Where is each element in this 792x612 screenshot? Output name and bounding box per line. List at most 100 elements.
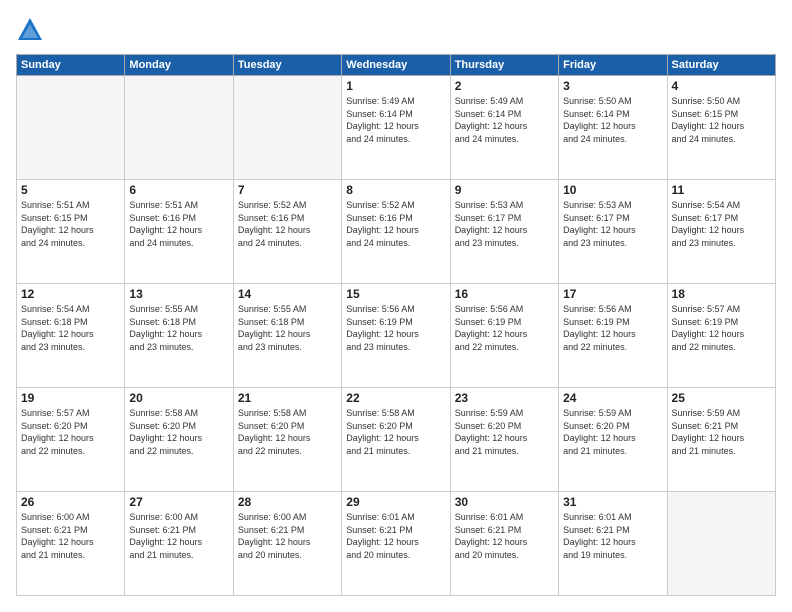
calendar-cell: 30 Sunrise: 6:01 AM Sunset: 6:21 PM Dayli… (450, 492, 558, 596)
calendar-cell: 12 Sunrise: 5:54 AM Sunset: 6:18 PM Dayli… (17, 284, 125, 388)
day-number: 2 (455, 79, 554, 93)
day-number: 27 (129, 495, 228, 509)
day-info: Sunrise: 5:55 AM Sunset: 6:18 PM Dayligh… (238, 303, 337, 353)
calendar-cell: 3 Sunrise: 5:50 AM Sunset: 6:14 PM Daylig… (559, 76, 667, 180)
calendar-cell: 9 Sunrise: 5:53 AM Sunset: 6:17 PM Daylig… (450, 180, 558, 284)
day-info: Sunrise: 5:55 AM Sunset: 6:18 PM Dayligh… (129, 303, 228, 353)
calendar-cell (17, 76, 125, 180)
day-number: 7 (238, 183, 337, 197)
calendar-cell (125, 76, 233, 180)
day-info: Sunrise: 5:56 AM Sunset: 6:19 PM Dayligh… (455, 303, 554, 353)
day-info: Sunrise: 6:01 AM Sunset: 6:21 PM Dayligh… (563, 511, 662, 561)
weekday-header-friday: Friday (559, 55, 667, 76)
calendar-cell: 26 Sunrise: 6:00 AM Sunset: 6:21 PM Dayli… (17, 492, 125, 596)
day-number: 6 (129, 183, 228, 197)
weekday-header-thursday: Thursday (450, 55, 558, 76)
day-info: Sunrise: 5:59 AM Sunset: 6:21 PM Dayligh… (672, 407, 771, 457)
calendar-cell: 4Sunrise: 5:50 AM Sunset: 6:15 PM Daylig… (667, 76, 775, 180)
day-number: 8 (346, 183, 445, 197)
day-number: 24 (563, 391, 662, 405)
calendar-cell: 23Sunrise: 5:59 AM Sunset: 6:20 PM Dayli… (450, 388, 558, 492)
calendar-week-3: 12 Sunrise: 5:54 AM Sunset: 6:18 PM Dayli… (17, 284, 776, 388)
day-number: 12 (21, 287, 120, 301)
day-info: Sunrise: 5:50 AM Sunset: 6:14 PM Dayligh… (563, 95, 662, 145)
day-number: 1 (346, 79, 445, 93)
day-number: 25 (672, 391, 771, 405)
day-info: Sunrise: 5:53 AM Sunset: 6:17 PM Dayligh… (563, 199, 662, 249)
day-info: Sunrise: 5:53 AM Sunset: 6:17 PM Dayligh… (455, 199, 554, 249)
calendar-cell: 10 Sunrise: 5:53 AM Sunset: 6:17 PM Dayli… (559, 180, 667, 284)
logo-icon (16, 16, 44, 44)
day-number: 9 (455, 183, 554, 197)
calendar-cell (667, 492, 775, 596)
calendar-cell: 2 Sunrise: 5:49 AM Sunset: 6:14 PM Daylig… (450, 76, 558, 180)
calendar-cell: 22Sunrise: 5:58 AM Sunset: 6:20 PM Dayli… (342, 388, 450, 492)
calendar-cell: 7Sunrise: 5:52 AM Sunset: 6:16 PM Daylig… (233, 180, 341, 284)
calendar-week-1: 1 Sunrise: 5:49 AM Sunset: 6:14 PM Daylig… (17, 76, 776, 180)
logo (16, 16, 48, 44)
calendar-cell: 21Sunrise: 5:58 AM Sunset: 6:20 PM Dayli… (233, 388, 341, 492)
calendar-cell: 25 Sunrise: 5:59 AM Sunset: 6:21 PM Dayli… (667, 388, 775, 492)
day-info: Sunrise: 5:54 AM Sunset: 6:18 PM Dayligh… (21, 303, 120, 353)
day-number: 18 (672, 287, 771, 301)
calendar-cell: 17 Sunrise: 5:56 AM Sunset: 6:19 PM Dayli… (559, 284, 667, 388)
calendar-cell: 15 Sunrise: 5:56 AM Sunset: 6:19 PM Dayli… (342, 284, 450, 388)
day-number: 10 (563, 183, 662, 197)
day-info: Sunrise: 5:52 AM Sunset: 6:16 PM Dayligh… (346, 199, 445, 249)
day-info: Sunrise: 6:00 AM Sunset: 6:21 PM Dayligh… (238, 511, 337, 561)
calendar-cell (233, 76, 341, 180)
day-info: Sunrise: 6:00 AM Sunset: 6:21 PM Dayligh… (129, 511, 228, 561)
day-number: 29 (346, 495, 445, 509)
calendar-cell: 6 Sunrise: 5:51 AM Sunset: 6:16 PM Daylig… (125, 180, 233, 284)
page: SundayMondayTuesdayWednesdayThursdayFrid… (0, 0, 792, 612)
day-number: 31 (563, 495, 662, 509)
day-info: Sunrise: 5:58 AM Sunset: 6:20 PM Dayligh… (129, 407, 228, 457)
calendar-week-4: 19 Sunrise: 5:57 AM Sunset: 6:20 PM Dayli… (17, 388, 776, 492)
day-number: 5 (21, 183, 120, 197)
weekday-header-monday: Monday (125, 55, 233, 76)
weekday-header-row: SundayMondayTuesdayWednesdayThursdayFrid… (17, 55, 776, 76)
day-info: Sunrise: 5:51 AM Sunset: 6:16 PM Dayligh… (129, 199, 228, 249)
day-info: Sunrise: 6:00 AM Sunset: 6:21 PM Dayligh… (21, 511, 120, 561)
day-info: Sunrise: 5:49 AM Sunset: 6:14 PM Dayligh… (346, 95, 445, 145)
calendar-cell: 11 Sunrise: 5:54 AM Sunset: 6:17 PM Dayli… (667, 180, 775, 284)
day-number: 4 (672, 79, 771, 93)
weekday-header-tuesday: Tuesday (233, 55, 341, 76)
day-info: Sunrise: 5:49 AM Sunset: 6:14 PM Dayligh… (455, 95, 554, 145)
day-info: Sunrise: 5:56 AM Sunset: 6:19 PM Dayligh… (346, 303, 445, 353)
day-number: 15 (346, 287, 445, 301)
day-number: 26 (21, 495, 120, 509)
calendar-cell: 29 Sunrise: 6:01 AM Sunset: 6:21 PM Dayli… (342, 492, 450, 596)
day-number: 14 (238, 287, 337, 301)
day-info: Sunrise: 5:57 AM Sunset: 6:20 PM Dayligh… (21, 407, 120, 457)
calendar-cell: 13Sunrise: 5:55 AM Sunset: 6:18 PM Dayli… (125, 284, 233, 388)
day-number: 19 (21, 391, 120, 405)
weekday-header-wednesday: Wednesday (342, 55, 450, 76)
day-number: 20 (129, 391, 228, 405)
day-info: Sunrise: 5:58 AM Sunset: 6:20 PM Dayligh… (238, 407, 337, 457)
calendar-cell: 20 Sunrise: 5:58 AM Sunset: 6:20 PM Dayli… (125, 388, 233, 492)
day-info: Sunrise: 6:01 AM Sunset: 6:21 PM Dayligh… (455, 511, 554, 561)
calendar-cell: 16 Sunrise: 5:56 AM Sunset: 6:19 PM Dayli… (450, 284, 558, 388)
day-number: 30 (455, 495, 554, 509)
day-number: 11 (672, 183, 771, 197)
day-info: Sunrise: 5:57 AM Sunset: 6:19 PM Dayligh… (672, 303, 771, 353)
calendar-week-2: 5 Sunrise: 5:51 AM Sunset: 6:15 PM Daylig… (17, 180, 776, 284)
day-info: Sunrise: 5:56 AM Sunset: 6:19 PM Dayligh… (563, 303, 662, 353)
day-info: Sunrise: 6:01 AM Sunset: 6:21 PM Dayligh… (346, 511, 445, 561)
day-number: 16 (455, 287, 554, 301)
calendar-cell: 1 Sunrise: 5:49 AM Sunset: 6:14 PM Daylig… (342, 76, 450, 180)
calendar-cell: 31 Sunrise: 6:01 AM Sunset: 6:21 PM Dayli… (559, 492, 667, 596)
day-number: 28 (238, 495, 337, 509)
calendar-cell: 8 Sunrise: 5:52 AM Sunset: 6:16 PM Daylig… (342, 180, 450, 284)
calendar-cell: 27 Sunrise: 6:00 AM Sunset: 6:21 PM Dayli… (125, 492, 233, 596)
day-number: 3 (563, 79, 662, 93)
day-info: Sunrise: 5:54 AM Sunset: 6:17 PM Dayligh… (672, 199, 771, 249)
calendar-cell: 5 Sunrise: 5:51 AM Sunset: 6:15 PM Daylig… (17, 180, 125, 284)
day-number: 17 (563, 287, 662, 301)
calendar-cell: 14 Sunrise: 5:55 AM Sunset: 6:18 PM Dayli… (233, 284, 341, 388)
day-info: Sunrise: 5:51 AM Sunset: 6:15 PM Dayligh… (21, 199, 120, 249)
weekday-header-saturday: Saturday (667, 55, 775, 76)
day-number: 23 (455, 391, 554, 405)
weekday-header-sunday: Sunday (17, 55, 125, 76)
